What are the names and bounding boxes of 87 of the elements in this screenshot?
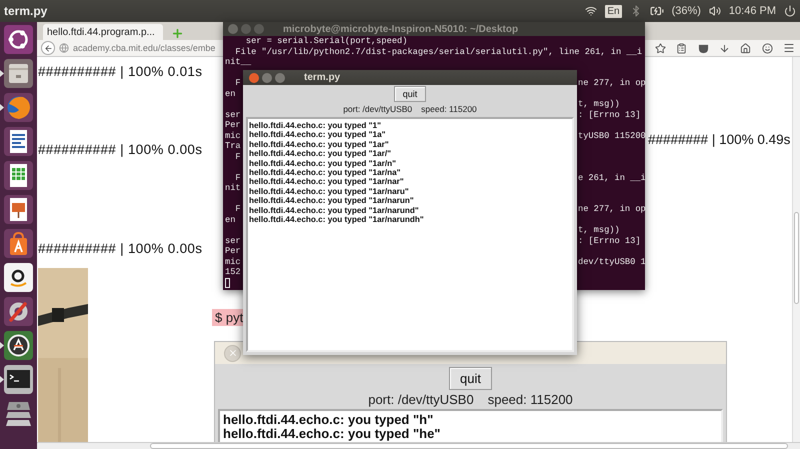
window-title: term.py: [304, 72, 340, 83]
terminal-line: t, msg)): [578, 225, 620, 235]
globe-icon: [59, 43, 69, 53]
output-line: hello.ftdi.44.echo.c: you typed "1ar/narun": [249, 196, 414, 206]
terminal-line: ser: [225, 110, 241, 120]
progress-line: ########## | 100% 0.00s: [38, 241, 202, 256]
power-icon[interactable]: [784, 5, 796, 17]
quit-button[interactable]: quit: [394, 86, 426, 102]
globe-icon[interactable]: [3, 92, 34, 123]
terminal-icon[interactable]: [3, 364, 34, 395]
close-icon: [228, 348, 238, 358]
terminal-line: 152: [225, 267, 241, 277]
output-line: hello.ftdi.44.echo.c: you typed "1ar/nar": [249, 177, 404, 187]
terminal-line: dev/ttyUSB0 1: [578, 256, 645, 266]
clipboard-icon[interactable]: [676, 42, 688, 54]
terminal-line: F: [234, 172, 241, 182]
output-line: hello.ftdi.44.echo.c: you typed "1ar/na": [249, 168, 401, 178]
drawer-icon[interactable]: [3, 58, 34, 89]
terminal-line: ne 277, in op: [578, 78, 645, 88]
port-label: port: /dev/ttyUSB0: [368, 392, 474, 407]
terminal-line: en: [225, 214, 236, 224]
keyboard-layout[interactable]: En: [605, 4, 622, 18]
document-icon[interactable]: [3, 126, 34, 157]
output-line: hello.ftdi.44.echo.c: you typed "1ar": [249, 140, 389, 150]
volume-icon[interactable]: [708, 5, 721, 17]
terminal-line: Per: [225, 246, 241, 256]
spreadsheet-icon[interactable]: [3, 160, 34, 191]
text-cursor: [225, 278, 230, 288]
horizontal-scrollbar[interactable]: [37, 442, 800, 449]
terminal-line: mic: [225, 130, 241, 140]
terminal-line: : [Errno 13]: [578, 236, 641, 246]
output-line: hello.ftdi.44.echo.c: you typed "1a": [249, 130, 386, 140]
terminal-line: en: [225, 88, 236, 98]
terminal-line: e 261, in __i: [578, 172, 645, 182]
output-line: hello.ftdi.44.echo.c: you typed "1": [249, 121, 381, 130]
download-icon[interactable]: [718, 42, 730, 54]
output-line: hello.ftdi.44.echo.c: you typed "1ar/naru": [249, 186, 409, 196]
output-line: hello.ftdi.44.echo.c: you typed "1ar/narund": [249, 206, 419, 216]
terminal-line: ser = serial.Serial(port,speed): [244, 36, 408, 46]
progress-line: ########## | 100% 0.00s: [38, 142, 202, 157]
output-line: hello.ftdi.44.echo.c: you typed "h": [223, 413, 434, 427]
terminal-line: F: [234, 152, 241, 162]
smile-icon[interactable]: [762, 42, 773, 54]
circle-logo-icon[interactable]: [3, 24, 34, 55]
menu-icon[interactable]: [782, 42, 795, 54]
terminal-line: mic: [225, 256, 241, 266]
shopping-bag-icon[interactable]: [3, 228, 34, 259]
star-icon[interactable]: [655, 42, 666, 54]
output-line: hello.ftdi.44.echo.c: you typed "1ar/n": [249, 158, 396, 168]
terminal-line: t, msg)): [578, 99, 620, 109]
progress-line: ######## | 100% 0.49s: [648, 132, 790, 149]
terminal-line: ser: [225, 236, 241, 246]
terminal-line: F: [234, 204, 241, 214]
battery-percent: (36%): [672, 5, 701, 17]
refresh-icon[interactable]: [3, 330, 34, 361]
speed-label: speed: 115200: [488, 392, 573, 407]
shield-icon[interactable]: [698, 42, 709, 54]
back-arrow-icon: [44, 44, 52, 52]
terminal-line: ne 277, in op: [578, 204, 645, 214]
presentation-icon[interactable]: [3, 194, 34, 225]
terminal-line: File "/usr/lib/python2.7/dist-packages/serial/serialutil.py", line 261, in __i: [234, 46, 642, 57]
minimize-button[interactable]: [262, 72, 272, 82]
url-field[interactable]: academy.cba.mit.edu/classes/embe: [73, 43, 216, 53]
output-line: hello.ftdi.44.echo.c: you typed "1ar/narundh": [249, 215, 424, 224]
close-button[interactable]: [249, 72, 259, 82]
vertical-scrollbar[interactable]: [792, 57, 800, 442]
back-button[interactable]: [41, 41, 55, 55]
output-line: hello.ftdi.44.echo.c: you typed "1ar/": [249, 149, 391, 159]
terminal-line: tyUSB0 115200: [578, 130, 645, 140]
terminal-line: F: [234, 78, 241, 88]
browser-tab[interactable]: hello.ftdi.44.program.p...: [43, 24, 163, 40]
maximize-button[interactable]: [275, 72, 285, 82]
progress-line: ########## | 100% 0.01s: [38, 64, 202, 79]
terminal-line: : [Errno 13]: [578, 110, 641, 120]
quit-button[interactable]: quit: [449, 367, 492, 390]
home-icon[interactable]: [740, 42, 752, 54]
terminal-line: Per: [225, 120, 241, 130]
terminal-line: nit: [225, 183, 241, 193]
port-label: port: /dev/ttyUSB0: [343, 104, 412, 115]
active-app-title: term.py: [4, 4, 48, 18]
terminal-line: nit__: [225, 57, 252, 68]
window-title: microbyte@microbyte-Inspiron-N5010: ~/Desktop: [283, 24, 518, 34]
clock[interactable]: 10:46 PM: [728, 5, 776, 17]
output-line: hello.ftdi.44.echo.c: you typed "he": [223, 427, 440, 441]
speed-label: speed: 115200: [421, 104, 477, 115]
terminal-line: Tra: [225, 141, 241, 151]
battery-icon[interactable]: [650, 4, 664, 18]
